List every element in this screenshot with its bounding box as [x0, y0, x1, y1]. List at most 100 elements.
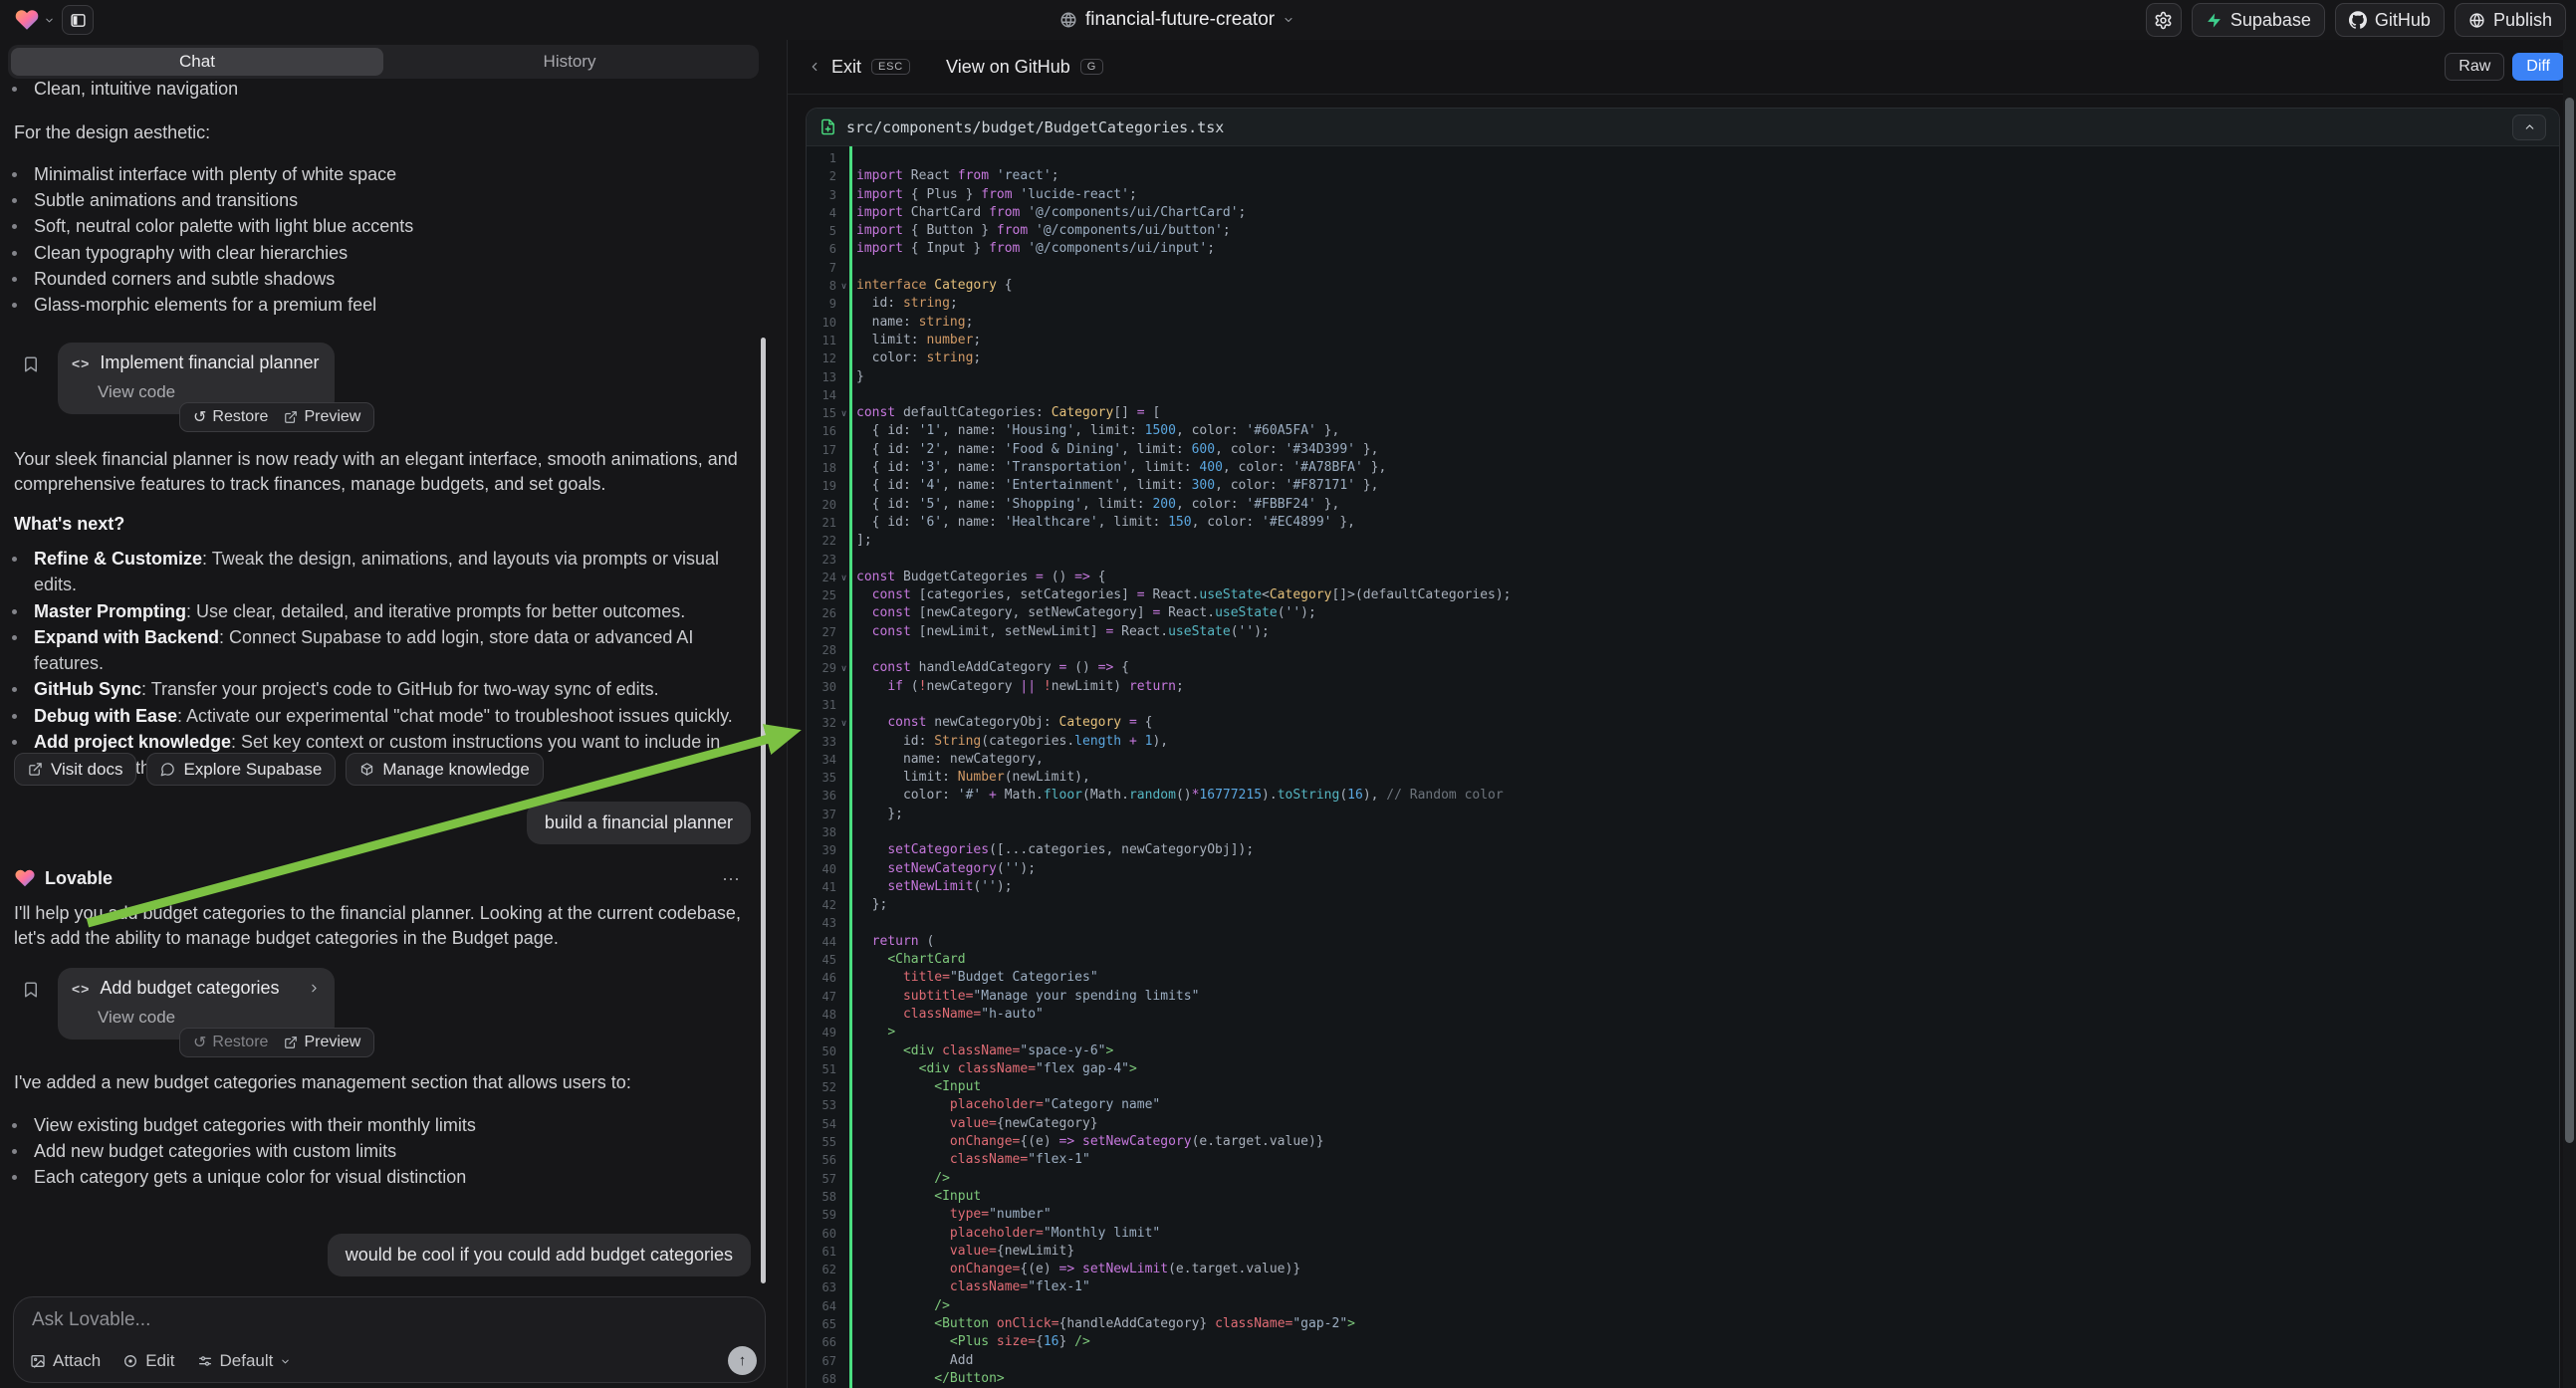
preview-button[interactable]: Preview: [284, 408, 360, 426]
line-number: 57: [807, 1170, 836, 1188]
user-message: build a financial planner: [527, 802, 751, 844]
collapse-file-button[interactable]: [2512, 115, 2546, 140]
external-link-icon: [28, 762, 43, 777]
view-code-link[interactable]: View code: [98, 382, 321, 402]
code-line: 35 limit: Number(newLimit),: [807, 769, 2559, 787]
code-line: 30 if (!newCategory || !newLimit) return…: [807, 678, 2559, 696]
code-line: 3import { Plus } from 'lucide-react';: [807, 186, 2559, 204]
fold-chevron-icon[interactable]: ∨: [838, 404, 849, 422]
line-number: 36: [807, 787, 836, 805]
project-switcher[interactable]: financial-future-creator: [1059, 0, 1294, 40]
tab-chat[interactable]: Chat: [11, 48, 383, 76]
github-icon: [2349, 11, 2367, 29]
line-number: 40: [807, 860, 836, 878]
quick-actions: Visit docs Explore Supabase Manage knowl…: [14, 753, 544, 786]
code-line: 10 name: string;: [807, 314, 2559, 332]
list-item: View existing budget categories with the…: [0, 1112, 759, 1138]
restore-button[interactable]: ↺Restore: [193, 407, 268, 427]
code-line: 67 Add: [807, 1352, 2559, 1370]
design-bullet-list: Minimalist interface with plenty of whit…: [0, 161, 759, 318]
code-line: 65 <Button onClick={handleAddCategory} c…: [807, 1315, 2559, 1333]
reply-bullet-list: View existing budget categories with the…: [0, 1112, 759, 1191]
diff-toggle-button[interactable]: Diff: [2512, 53, 2564, 81]
send-button[interactable]: ↑: [728, 1346, 757, 1375]
code-line: 45 <ChartCard: [807, 951, 2559, 969]
list-item: Subtle animations and transitions: [0, 187, 759, 213]
restore-button[interactable]: ↺Restore: [193, 1033, 268, 1052]
chat-input[interactable]: [32, 1309, 629, 1331]
line-number: 23: [807, 551, 836, 569]
visit-docs-label: Visit docs: [51, 760, 122, 780]
code-line: 19 { id: '4', name: 'Entertainment', lim…: [807, 477, 2559, 495]
chevron-down-icon: [44, 15, 55, 26]
line-number: 11: [807, 332, 836, 349]
esc-key-badge: ESC: [871, 59, 910, 75]
code-line: 58 <Input: [807, 1188, 2559, 1206]
code-line: 61 value={newLimit}: [807, 1243, 2559, 1261]
fold-chevron-icon[interactable]: ∨: [838, 714, 849, 732]
code-line: 56 className="flex-1": [807, 1151, 2559, 1169]
lovable-logo-menu[interactable]: [14, 7, 55, 33]
fold-chevron-icon[interactable]: ∨: [838, 277, 849, 295]
assistant-header: Lovable: [14, 867, 113, 889]
preview-button[interactable]: Preview: [284, 1034, 360, 1051]
more-options-icon[interactable]: ⋯: [722, 869, 742, 890]
line-number: 60: [807, 1225, 836, 1243]
code-line: 48 className="h-auto": [807, 1006, 2559, 1024]
view-code-link[interactable]: View code: [98, 1008, 321, 1028]
topbar: financial-future-creator Supabase GitHub…: [0, 0, 2576, 40]
bookmark-icon[interactable]: [22, 353, 40, 375]
manage-knowledge-button[interactable]: Manage knowledge: [346, 753, 543, 786]
attach-button[interactable]: Attach: [30, 1351, 101, 1371]
line-number: 29: [807, 659, 836, 677]
project-title: financial-future-creator: [1085, 9, 1275, 31]
restore-preview-bar: ↺Restore Preview: [179, 1028, 374, 1057]
code-line: 62 onChange={(e) => setNewLimit(e.target…: [807, 1261, 2559, 1278]
sidebar-toggle-button[interactable]: [62, 5, 94, 35]
line-number: 28: [807, 641, 836, 659]
chat-scrollbar[interactable]: [761, 338, 766, 1283]
line-number: 45: [807, 951, 836, 969]
line-number: 68: [807, 1370, 836, 1388]
fold-chevron-icon[interactable]: ∨: [838, 569, 849, 586]
code-line: 27 const [newLimit, setNewLimit] = React…: [807, 623, 2559, 641]
line-number: 52: [807, 1078, 836, 1096]
edit-label: Edit: [145, 1351, 174, 1371]
code-line: 42 };: [807, 896, 2559, 914]
line-number: 18: [807, 459, 836, 477]
restore-icon: ↺: [193, 407, 206, 427]
code-line: 40 setNewCategory('');: [807, 860, 2559, 878]
chat-panel: Chat History Clean, intuitive navigation…: [0, 40, 787, 1388]
line-number: 12: [807, 349, 836, 367]
external-link-icon: [284, 1036, 298, 1049]
explore-supabase-button[interactable]: Explore Supabase: [146, 753, 336, 786]
line-number: 21: [807, 514, 836, 532]
tab-history[interactable]: History: [383, 48, 756, 76]
exit-button[interactable]: Exit: [831, 57, 861, 78]
publish-button[interactable]: Publish: [2455, 3, 2566, 37]
github-button[interactable]: GitHub: [2335, 3, 2445, 37]
fold-chevron-icon[interactable]: ∨: [838, 659, 849, 677]
line-number: 19: [807, 477, 836, 495]
design-intro: For the design aesthetic:: [14, 120, 753, 145]
next-steps-list: Refine & Customize: Tweak the design, an…: [0, 546, 755, 782]
mode-select[interactable]: Default: [197, 1351, 292, 1371]
code-line: 37 };: [807, 806, 2559, 823]
raw-toggle-button[interactable]: Raw: [2445, 53, 2504, 81]
code-line: 64 />: [807, 1297, 2559, 1315]
view-on-github-button[interactable]: View on GitHub: [946, 57, 1070, 78]
list-item: Debug with Ease: Activate our experiment…: [0, 703, 755, 729]
code-line: 36 color: '#' + Math.floor(Math.random()…: [807, 787, 2559, 805]
visit-docs-button[interactable]: Visit docs: [14, 753, 136, 786]
code-scrollbar-thumb[interactable]: [2565, 98, 2574, 1143]
chevron-down-icon: [280, 1356, 291, 1367]
bookmark-icon[interactable]: [22, 979, 40, 1001]
attach-label: Attach: [53, 1351, 101, 1371]
composer: Attach Edit Default ↑: [13, 1296, 766, 1383]
line-number: 47: [807, 988, 836, 1006]
supabase-button[interactable]: Supabase: [2192, 3, 2325, 37]
line-number: 67: [807, 1352, 836, 1370]
code-line: 2import React from 'react';: [807, 167, 2559, 185]
settings-button[interactable]: [2146, 3, 2182, 37]
edit-mode-button[interactable]: Edit: [122, 1351, 174, 1371]
